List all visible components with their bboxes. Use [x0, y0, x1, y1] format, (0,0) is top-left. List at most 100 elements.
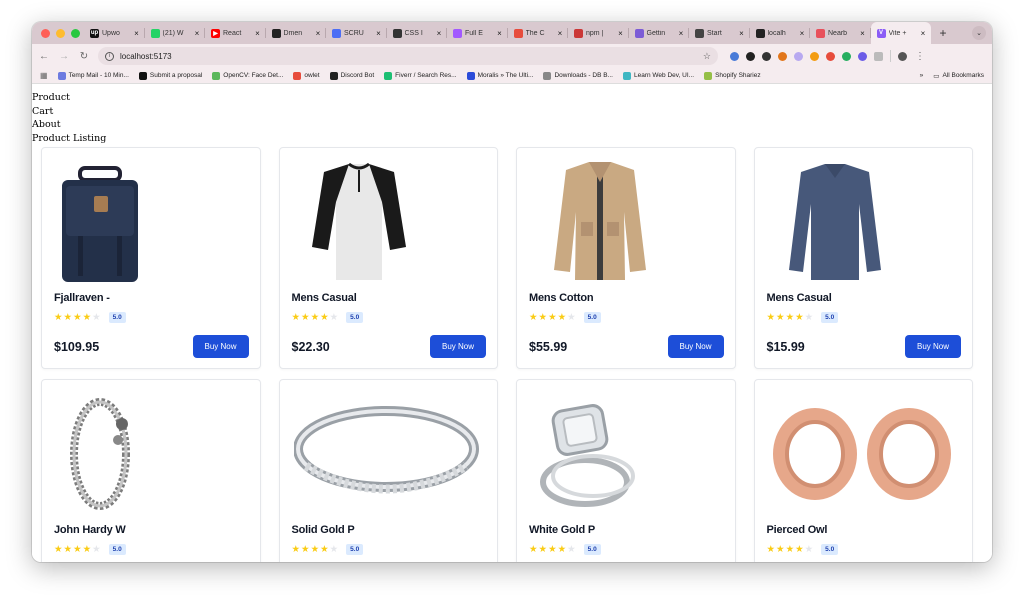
product-card[interactable]: Mens Casual ★ ★ ★ ★ ★ 5.0 $22.30 Buy Now	[278, 147, 498, 369]
product-title[interactable]: John Hardy W	[54, 524, 126, 536]
dark-extension-icon[interactable]	[762, 51, 771, 61]
tab-close-icon[interactable]: ×	[738, 29, 746, 38]
more-menu-icon[interactable]: ⋮	[914, 51, 926, 62]
navy-longsleeve-image[interactable]	[769, 162, 959, 282]
tab-title: Start	[707, 29, 722, 37]
metamask-extension-icon[interactable]	[778, 51, 787, 61]
browser-tab[interactable]: Start ×	[689, 22, 750, 44]
buy-now-button[interactable]: Buy Now	[905, 335, 961, 358]
address-bar[interactable]: i localhost:5173 ☆	[98, 47, 718, 65]
rose-gold-plugs-image[interactable]	[769, 394, 959, 514]
buy-now-button[interactable]: Buy Now	[667, 335, 724, 358]
browser-tab[interactable]: Full E ×	[447, 22, 508, 44]
browser-tab[interactable]: The C ×	[508, 22, 569, 44]
product-title[interactable]: Solid Gold P	[292, 524, 355, 536]
product-title[interactable]: Mens Casual	[767, 292, 832, 304]
new-tab-button[interactable]: +	[935, 26, 951, 40]
bookmark-item[interactable]: Learn Web Dev, UI...	[622, 71, 694, 80]
browser-tab[interactable]: CSS I ×	[387, 22, 448, 44]
product-card[interactable]: Solid Gold P★★★★★5.0Buy Now	[278, 379, 498, 562]
bookmark-item[interactable]: Shopify Shariez	[704, 71, 761, 80]
bookmark-item[interactable]: Moralis » The Ulti...	[466, 71, 533, 80]
browser-tab[interactable]: npm | ×	[568, 22, 629, 44]
bookmark-item[interactable]: owlet	[293, 71, 320, 80]
red-extension-icon[interactable]	[826, 51, 835, 61]
backpack-image[interactable]	[56, 162, 246, 282]
minimize-window-button[interactable]	[56, 28, 65, 38]
product-title[interactable]: Mens Cotton	[529, 292, 594, 304]
nav-link-cart[interactable]: Cart	[32, 105, 992, 119]
browser-tab[interactable]: (21) W ×	[145, 22, 206, 44]
product-card[interactable]: White Gold P★★★★★5.0Buy Now	[516, 379, 736, 562]
tab-close-icon[interactable]: ×	[193, 29, 201, 38]
browser-tab[interactable]: Dmen ×	[266, 22, 327, 44]
product-card[interactable]: Fjallraven - ★ ★ ★ ★ ★ 5.0 $109.95 Buy Now	[41, 147, 261, 369]
browser-tab[interactable]: Gettin ×	[629, 22, 690, 44]
all-bookmarks-folder[interactable]: ▭ All Bookmarks	[933, 72, 984, 80]
bookmark-item[interactable]: Submit a proposal	[138, 71, 203, 80]
product-card[interactable]: Pierced Owl★★★★★5.0Buy Now	[753, 379, 973, 562]
gear-extension-icon[interactable]	[858, 51, 867, 61]
star-icon: ★	[804, 311, 814, 323]
tab-close-icon[interactable]: ×	[617, 29, 625, 38]
bookmark-star-icon[interactable]: ☆	[703, 51, 711, 62]
diamond-band-image[interactable]	[293, 394, 484, 514]
product-title[interactable]: White Gold P	[529, 524, 595, 536]
puzzle-extensions-icon[interactable]	[874, 51, 883, 61]
maximize-window-button[interactable]	[71, 28, 80, 38]
product-card[interactable]: Mens Casual ★ ★ ★ ★ ★ 5.0 $15.99 Buy Now	[753, 147, 973, 369]
tab-close-icon[interactable]: ×	[435, 29, 443, 38]
browser-tab[interactable]: ▶ React ×	[205, 22, 266, 44]
bookmark-item[interactable]: Discord Bot	[329, 71, 374, 80]
profile-avatar-icon[interactable]	[898, 51, 907, 61]
cotton-jacket-image[interactable]	[531, 162, 721, 282]
browser-tab[interactable]: SCRU ×	[326, 22, 387, 44]
green-extension-icon[interactable]	[842, 51, 851, 61]
tab-close-icon[interactable]: ×	[798, 29, 806, 38]
tab-search-button[interactable]: ⌄	[972, 26, 986, 40]
translate-extension-icon[interactable]	[730, 51, 739, 61]
bookmark-item[interactable]: Temp Mail - 10 Min...	[57, 71, 129, 80]
tab-close-icon[interactable]: ×	[375, 29, 383, 38]
tab-close-icon[interactable]: ×	[859, 29, 867, 38]
tab-close-icon[interactable]: ×	[496, 29, 504, 38]
browser-tab[interactable]: Nearb ×	[810, 22, 871, 44]
bookmarks-overflow-button[interactable]: »	[920, 72, 924, 79]
bookmark-label: Submit a proposal	[149, 72, 203, 79]
tab-close-icon[interactable]: ×	[677, 29, 685, 38]
bookmark-item[interactable]: OpenCV: Face Det...	[212, 71, 283, 80]
buy-now-button[interactable]: Buy Now	[430, 335, 486, 358]
tab-close-icon[interactable]: ×	[556, 29, 564, 38]
tab-close-icon[interactable]: ×	[133, 29, 141, 38]
tab-close-icon[interactable]: ×	[254, 29, 262, 38]
buy-now-button[interactable]: Buy Now	[192, 335, 249, 358]
chain-bracelet-image[interactable]	[56, 394, 246, 514]
apps-grid-icon[interactable]: ▦	[40, 71, 48, 80]
bookmark-item[interactable]: Downloads - DB B...	[543, 71, 613, 80]
nav-link-product[interactable]: Product	[32, 91, 992, 105]
henley-shirt-image[interactable]	[294, 162, 484, 282]
product-card[interactable]: Mens Cotton ★ ★ ★ ★ ★ 5.0 $55.99 Buy Now	[516, 147, 736, 369]
product-card[interactable]: John Hardy W★★★★★5.0Buy Now	[41, 379, 261, 562]
product-title[interactable]: Mens Casual	[292, 292, 357, 304]
forward-arrow-icon[interactable]: →	[58, 51, 70, 62]
browser-tab[interactable]: localh ×	[750, 22, 811, 44]
browser-tab[interactable]: V Vite + ×	[870, 22, 931, 44]
github-extension-icon[interactable]	[746, 51, 755, 61]
tab-close-icon[interactable]: ×	[314, 29, 322, 38]
site-info-icon[interactable]: i	[105, 51, 114, 61]
tab-close-icon[interactable]: ×	[919, 29, 927, 38]
bookmark-item[interactable]: Fiverr / Search Res...	[384, 71, 457, 80]
engagement-ring-image[interactable]	[531, 394, 721, 514]
product-title[interactable]: Pierced Owl	[767, 524, 828, 536]
url-text[interactable]: localhost:5173	[120, 52, 697, 61]
nav-link-about[interactable]: About	[32, 118, 992, 132]
close-window-button[interactable]	[41, 28, 50, 38]
nav-link-product-listing[interactable]: Product Listing	[32, 132, 992, 146]
back-arrow-icon[interactable]: ←	[38, 51, 50, 62]
feather-extension-icon[interactable]	[794, 51, 803, 61]
browser-tab[interactable]: up Upwo ×	[84, 22, 145, 44]
product-title[interactable]: Fjallraven -	[54, 292, 110, 304]
reload-icon[interactable]: ↻	[78, 51, 90, 62]
orange-extension-icon[interactable]	[810, 51, 819, 61]
